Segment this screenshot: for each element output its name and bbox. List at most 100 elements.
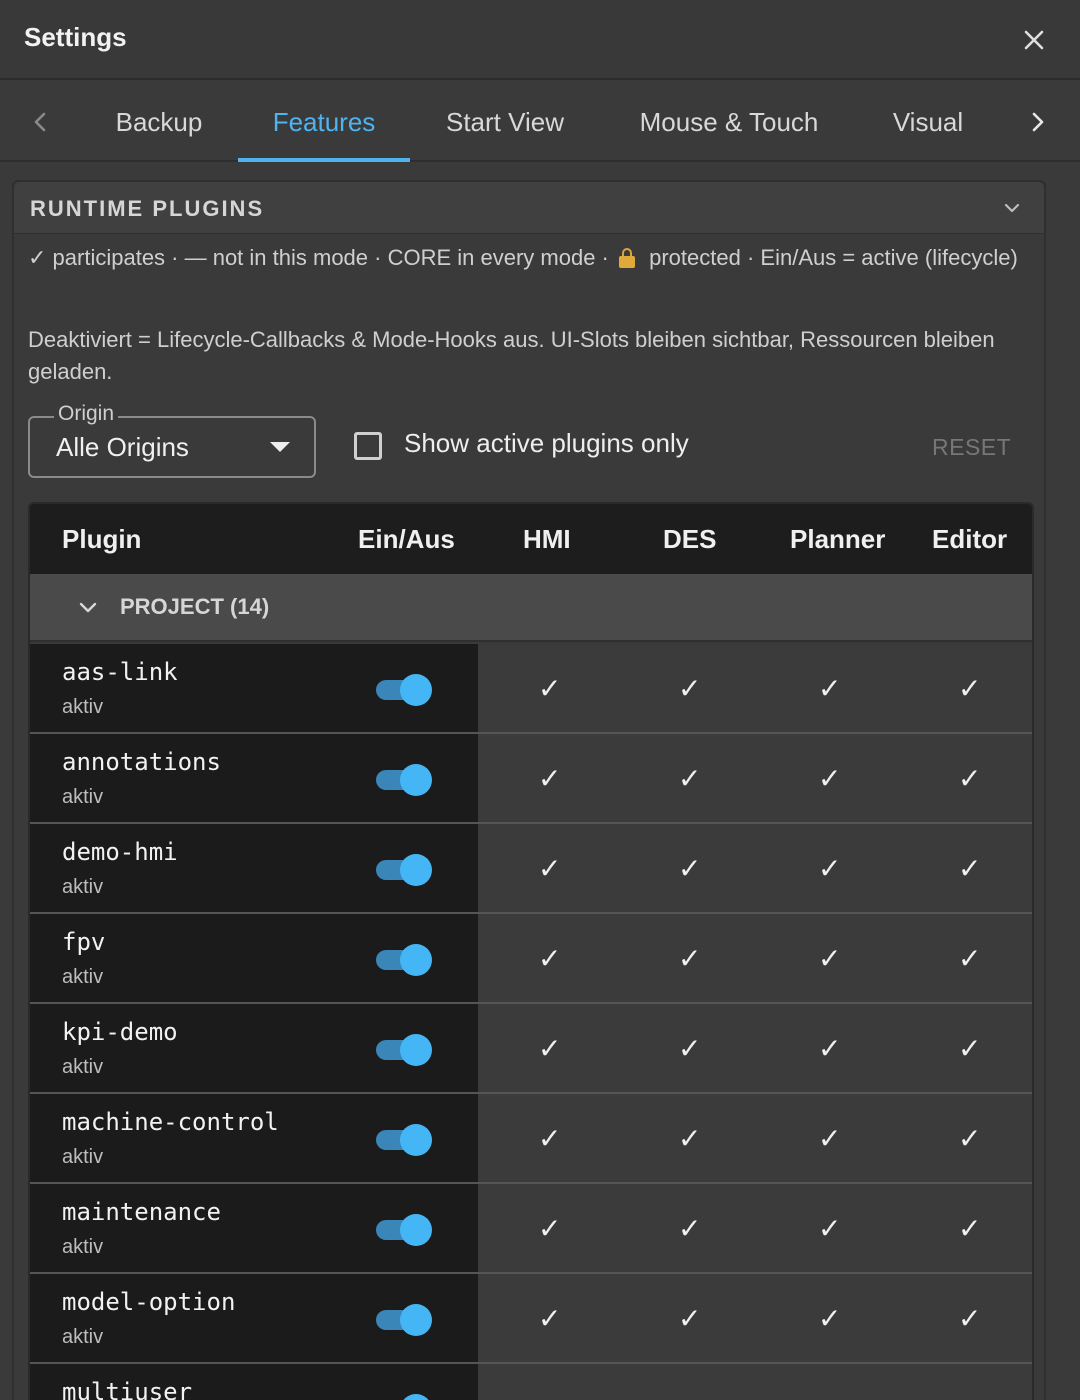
plugin-cell: annotations aktiv	[30, 734, 478, 822]
plugin-status: aktiv	[62, 1236, 104, 1258]
plugin-status: aktiv	[62, 966, 104, 988]
tab-mouse-touch[interactable]: Mouse & Touch	[620, 82, 838, 162]
plugin-cell: model-option aktiv	[30, 1274, 478, 1362]
check-des: ✓	[678, 1392, 701, 1400]
check-editor: ✓	[958, 1212, 982, 1245]
column-header-ein-aus[interactable]: Ein/Aus	[358, 524, 455, 555]
column-header-hmi[interactable]: HMI	[523, 524, 571, 555]
column-header-planner[interactable]: Planner	[790, 524, 885, 555]
check-hmi: ✓	[538, 1302, 562, 1335]
origin-select[interactable]: Origin Alle Origins	[28, 402, 316, 478]
check-des: ✓	[678, 852, 702, 885]
plugin-name: model-option	[62, 1288, 236, 1316]
check-planner: ✓	[818, 672, 842, 705]
plugin-name: demo-hmi	[62, 838, 178, 866]
check-hmi: ✓	[538, 1032, 562, 1065]
enable-toggle[interactable]	[376, 1124, 434, 1156]
plugin-name: aas-link	[62, 658, 178, 686]
enable-toggle[interactable]	[376, 674, 434, 706]
toggle-knob	[400, 944, 432, 976]
check-des: ✓	[678, 942, 702, 975]
chevron-right-icon[interactable]	[1020, 104, 1056, 140]
check-editor: ✓	[958, 1392, 981, 1400]
panel-header[interactable]: RUNTIME PLUGINS	[14, 182, 1044, 234]
column-header-des[interactable]: DES	[663, 524, 716, 555]
title-bar: Settings	[0, 0, 1080, 80]
check-planner: ✓	[818, 852, 842, 885]
chevron-down-icon[interactable]	[998, 194, 1026, 222]
plugin-name: multiuser	[62, 1378, 193, 1400]
table-row: machine-control aktiv ✓ ✓ ✓ ✓	[30, 1094, 1032, 1184]
caret-down-icon	[270, 442, 290, 452]
group-row-project[interactable]: PROJECT (14)	[30, 574, 1032, 642]
chevron-down-icon[interactable]	[74, 594, 102, 622]
enable-toggle[interactable]	[376, 1394, 434, 1400]
column-header-editor[interactable]: Editor	[932, 524, 1007, 555]
origin-label: Origin	[54, 402, 119, 426]
check-editor: ✓	[958, 672, 982, 705]
table-row: multiuseraktiv ✓ ✓ ✓ ✓	[30, 1364, 1032, 1400]
plugin-status: aktiv	[62, 1146, 104, 1168]
check-des: ✓	[678, 1302, 702, 1335]
enable-toggle[interactable]	[376, 854, 434, 886]
enable-toggle[interactable]	[376, 764, 434, 796]
plugins-table: Plugin Ein/Aus HMI DES Planner Editor PR…	[28, 502, 1034, 1400]
plugin-name: maintenance	[62, 1198, 221, 1226]
tab-visual[interactable]: Visual	[876, 82, 980, 162]
check-des: ✓	[678, 1212, 702, 1245]
check-hmi: ✓	[538, 852, 562, 885]
check-editor: ✓	[958, 852, 982, 885]
toggle-knob	[400, 764, 432, 796]
toggle-knob	[400, 1034, 432, 1066]
panel-title: RUNTIME PLUGINS	[30, 196, 265, 221]
legend-text: ✓ participates · — not in this mode · CO…	[28, 242, 1018, 274]
reset-button[interactable]: RESET	[932, 434, 1011, 461]
check-editor: ✓	[958, 1122, 982, 1155]
toggle-knob	[400, 1394, 432, 1400]
active-only-label[interactable]: Show active plugins only	[404, 428, 689, 459]
check-planner: ✓	[818, 942, 842, 975]
table-row: kpi-demo aktiv ✓ ✓ ✓ ✓	[30, 1004, 1032, 1094]
check-editor: ✓	[958, 762, 982, 795]
enable-toggle[interactable]	[376, 1304, 434, 1336]
check-hmi: ✓	[538, 1212, 562, 1245]
legend-part-2: protected · Ein/Aus = active (lifecycle)	[649, 245, 1018, 270]
table-row: annotations aktiv ✓ ✓ ✓ ✓	[30, 734, 1032, 824]
tab-start-view[interactable]: Start View	[428, 82, 582, 162]
enable-toggle[interactable]	[376, 944, 434, 976]
check-planner: ✓	[818, 762, 842, 795]
plugin-name: kpi-demo	[62, 1018, 178, 1046]
table-row: fpv aktiv ✓ ✓ ✓ ✓	[30, 914, 1032, 1004]
active-only-checkbox[interactable]	[354, 432, 382, 460]
toggle-knob	[400, 1304, 432, 1336]
check-planner: ✓	[818, 1032, 842, 1065]
origin-value: Alle Origins	[56, 432, 189, 462]
toggle-knob	[400, 674, 432, 706]
plugin-status: aktiv	[62, 786, 104, 808]
plugin-status: aktiv	[62, 696, 104, 718]
toggle-knob	[400, 1124, 432, 1156]
enable-toggle[interactable]	[376, 1034, 434, 1066]
plugin-name: machine-control	[62, 1108, 279, 1136]
check-des: ✓	[678, 672, 702, 705]
tab-features[interactable]: Features	[238, 82, 410, 162]
check-planner: ✓	[818, 1392, 841, 1400]
plugin-cell: aas-link aktiv	[30, 644, 478, 732]
table-row: maintenance aktiv ✓ ✓ ✓ ✓	[30, 1184, 1032, 1274]
check-hmi: ✓	[538, 1122, 562, 1155]
plugin-cell: maintenance aktiv	[30, 1184, 478, 1272]
tab-bar: Backup Features Start View Mouse & Touch…	[0, 82, 1080, 162]
plugin-cell: multiuseraktiv	[30, 1364, 478, 1400]
check-hmi: ✓	[538, 1392, 561, 1400]
check-editor: ✓	[958, 1302, 982, 1335]
check-des: ✓	[678, 1122, 702, 1155]
plugin-cell: kpi-demo aktiv	[30, 1004, 478, 1092]
tab-backup[interactable]: Backup	[100, 82, 218, 162]
check-planner: ✓	[818, 1212, 842, 1245]
chevron-left-icon[interactable]	[22, 104, 58, 140]
column-header-plugin[interactable]: Plugin	[62, 524, 141, 555]
toggle-knob	[400, 1214, 432, 1246]
close-icon[interactable]	[1016, 22, 1052, 58]
enable-toggle[interactable]	[376, 1214, 434, 1246]
check-hmi: ✓	[538, 762, 562, 795]
